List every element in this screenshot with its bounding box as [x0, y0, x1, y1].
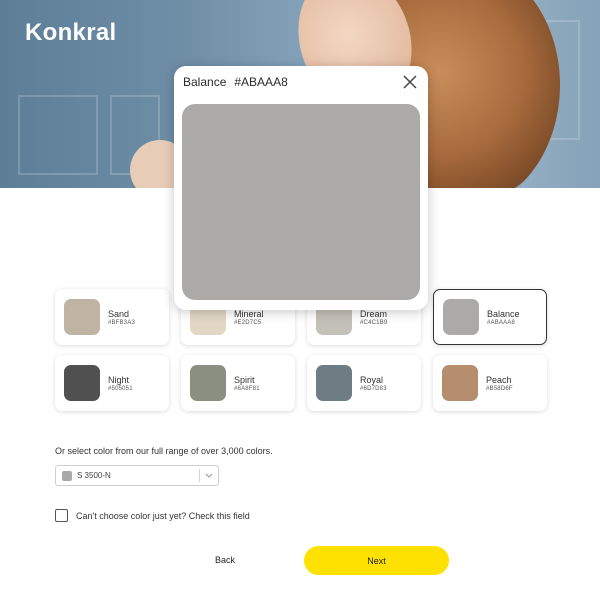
chevron-down-icon[interactable] [200, 465, 218, 486]
modal-color-name: Balance [183, 75, 227, 89]
swatch-card[interactable]: Spirit #8A8F81 [181, 355, 295, 411]
selected-color-value: S 3500-N [77, 471, 111, 480]
swatch-hex: #C4C1B9 [360, 320, 388, 326]
undecided-checkbox-label: Can't choose color just yet? Check this … [76, 510, 250, 521]
color-preview-swatch [182, 104, 420, 300]
swatch-name: Night [108, 375, 130, 385]
swatch-name: Sand [108, 309, 130, 319]
modal-color-hex: #ABAAA8 [234, 75, 288, 89]
swatch-name: Balance [487, 309, 520, 319]
swatch-chip [64, 299, 100, 335]
undecided-checkbox-row: Can't choose color just yet? Check this … [55, 509, 250, 522]
swatch-card[interactable]: Peach #B58D6F [433, 355, 547, 411]
swatch-hex: #BFB3A3 [108, 320, 136, 326]
swatch-chip [64, 365, 100, 401]
wall-panel [18, 95, 98, 175]
close-icon[interactable] [402, 74, 418, 90]
modal-title: Balance #ABAAA8 [183, 75, 288, 89]
swatch-hex: #6D7D83 [360, 386, 387, 392]
swatch-hex: #8A8F81 [234, 386, 260, 392]
next-button[interactable]: Next [304, 546, 449, 575]
swatch-card[interactable]: Night #505051 [55, 355, 169, 411]
undecided-checkbox[interactable] [55, 509, 68, 522]
swatch-chip [442, 365, 478, 401]
swatch-hex: #505051 [108, 386, 133, 392]
swatch-name: Spirit [234, 375, 255, 385]
swatch-hex: #B58D6F [486, 386, 513, 392]
swatch-chip [316, 365, 352, 401]
swatch-hex: #ABAAA8 [487, 320, 516, 326]
swatch-chip [443, 299, 479, 335]
swatch-name: Peach [486, 375, 512, 385]
swatch-name: Royal [360, 375, 384, 385]
color-range-select[interactable]: S 3500-N [55, 465, 219, 486]
swatch-card[interactable]: Balance #ABAAA8 [433, 289, 547, 345]
brand-logo[interactable]: Konkral [25, 19, 116, 47]
range-prompt: Or select color from our full range of o… [55, 446, 273, 456]
color-preview-modal: Balance #ABAAA8 [174, 66, 428, 310]
swatch-hex: #E2D7C5 [234, 320, 262, 326]
swatch-card[interactable]: Sand #BFB3A3 [55, 289, 169, 345]
swatch-chip [190, 365, 226, 401]
swatch-card[interactable]: Royal #6D7D83 [307, 355, 421, 411]
back-button[interactable]: Back [195, 546, 255, 574]
selected-color-chip [62, 470, 72, 481]
